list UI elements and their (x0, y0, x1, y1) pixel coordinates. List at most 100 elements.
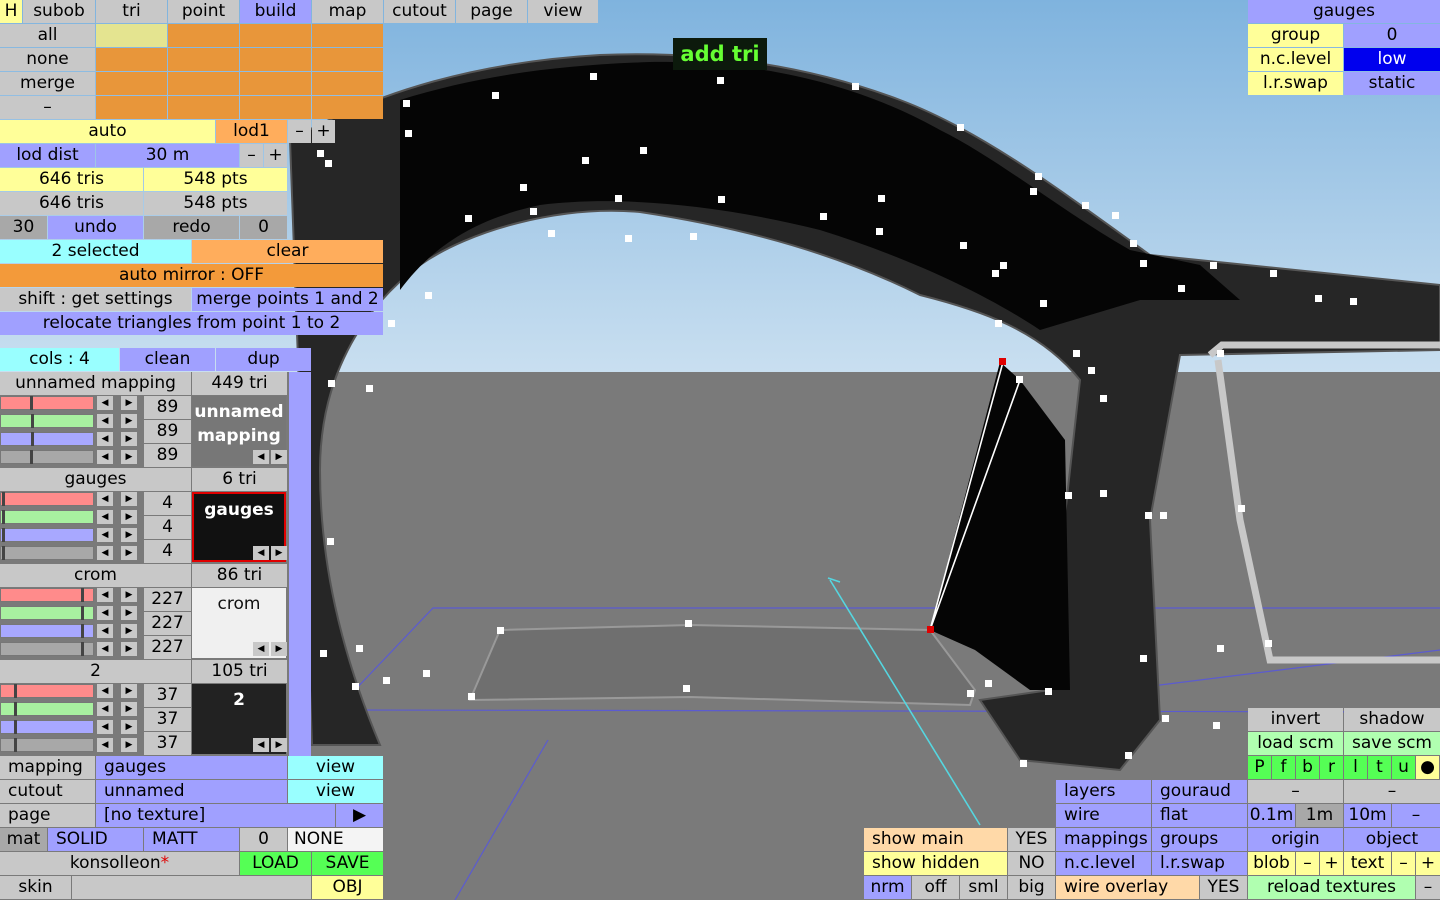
slider-right-arrow[interactable]: ▶ (121, 528, 137, 542)
preview-right-arrow[interactable]: ▶ (271, 642, 287, 656)
slider-right-arrow[interactable]: ▶ (121, 450, 137, 464)
lr-swap-value[interactable]: static (1344, 72, 1440, 95)
dash-right[interactable]: – (1344, 780, 1440, 803)
page-next-button[interactable]: ▶ (336, 804, 383, 827)
slider-left-arrow[interactable]: ◀ (97, 642, 113, 656)
groups-button[interactable]: groups (1152, 828, 1247, 851)
menu-tri[interactable]: tri (96, 0, 167, 23)
color-slider[interactable] (0, 624, 94, 638)
clear-button[interactable]: clear (192, 240, 383, 263)
show-main-button[interactable]: show main (864, 828, 1007, 851)
slider-right-arrow[interactable]: ▶ (121, 702, 137, 716)
flag-toggle[interactable]: r (1320, 756, 1343, 779)
wire-overlay-value[interactable]: YES (1200, 876, 1247, 899)
mapping-value[interactable]: 227 (144, 588, 191, 611)
gouraud-button[interactable]: gouraud (1152, 780, 1247, 803)
flag-toggle[interactable]: P (1248, 756, 1271, 779)
show-hidden-button[interactable]: show hidden (864, 852, 1007, 875)
auto-mirror-toggle[interactable]: auto mirror : OFF (0, 264, 383, 287)
mapping-value[interactable]: 227 (144, 636, 191, 659)
mappings-button[interactable]: mappings (1056, 828, 1151, 851)
reload-textures-button[interactable]: reload textures (1248, 876, 1415, 899)
slider-right-arrow[interactable]: ▶ (121, 624, 137, 638)
menu-build[interactable]: build (240, 0, 311, 23)
sel-cell[interactable] (240, 72, 311, 95)
sel-cell[interactable] (240, 24, 311, 47)
menu-map[interactable]: map (312, 0, 383, 23)
slider-right-arrow[interactable]: ▶ (121, 510, 137, 524)
solid-button[interactable]: SOLID (48, 828, 143, 851)
slider-handle[interactable] (14, 684, 17, 698)
mapping-value[interactable]: 4 (144, 492, 191, 515)
flag-toggle[interactable]: t (1368, 756, 1391, 779)
slider-handle[interactable] (14, 720, 17, 734)
invert-button[interactable]: invert (1248, 708, 1343, 731)
slider-handle[interactable] (81, 642, 84, 656)
save-scm-button[interactable]: save scm (1344, 732, 1440, 755)
slider-right-arrow[interactable]: ▶ (121, 396, 137, 410)
mapping-name[interactable]: unnamed mapping (0, 372, 191, 395)
flag-toggle[interactable]: f (1272, 756, 1295, 779)
slider-handle[interactable] (81, 606, 84, 620)
menu-cutout[interactable]: cutout (384, 0, 455, 23)
menu-view[interactable]: view (528, 0, 598, 23)
slider-handle[interactable] (81, 588, 84, 602)
sel-cell[interactable] (96, 48, 167, 71)
nrm-button[interactable]: nrm (864, 876, 911, 899)
mapping-scrollbar[interactable] (289, 372, 311, 756)
preview-right-arrow[interactable]: ▶ (271, 546, 287, 560)
slider-left-arrow[interactable]: ◀ (97, 702, 113, 716)
slider-left-arrow[interactable]: ◀ (97, 588, 113, 602)
slider-right-arrow[interactable]: ▶ (121, 432, 137, 446)
sel-cell[interactable] (312, 48, 383, 71)
slider-right-arrow[interactable]: ▶ (121, 546, 137, 560)
load-button[interactable]: LOAD (240, 852, 311, 875)
sel-cell[interactable] (240, 96, 311, 119)
lr-swap-toggle[interactable]: l.r.swap (1152, 852, 1247, 875)
lod-dist-minus[interactable]: – (240, 144, 263, 167)
obj-button[interactable]: OBJ (312, 876, 383, 899)
flag-toggle[interactable]: u (1392, 756, 1415, 779)
save-button[interactable]: SAVE (312, 852, 383, 875)
flag-toggle[interactable]: b (1296, 756, 1319, 779)
load-scm-button[interactable]: load scm (1248, 732, 1343, 755)
wire-button[interactable]: wire (1056, 804, 1151, 827)
lod1-button[interactable]: lod1 (216, 120, 287, 143)
wire-overlay-button[interactable]: wire overlay (1056, 876, 1199, 899)
menu-page[interactable]: page (456, 0, 527, 23)
slider-left-arrow[interactable]: ◀ (97, 738, 113, 752)
color-slider[interactable] (0, 432, 94, 446)
slider-handle[interactable] (31, 432, 34, 446)
preview-left-arrow[interactable]: ◀ (253, 546, 269, 560)
slider-handle[interactable] (2, 492, 5, 506)
blob-button[interactable]: blob (1248, 852, 1295, 875)
dash-button[interactable]: – (0, 96, 95, 119)
slider-left-arrow[interactable]: ◀ (97, 450, 113, 464)
mapping-value[interactable]: 37 (144, 708, 191, 731)
show-main-value[interactable]: YES (1008, 828, 1055, 851)
slider-handle[interactable] (14, 738, 17, 752)
auto-button[interactable]: auto (0, 120, 215, 143)
grid-01m-button[interactable]: 0.1m (1248, 804, 1295, 827)
get-settings-button[interactable]: shift : get settings (0, 288, 191, 311)
select-all-button[interactable]: all (0, 24, 95, 47)
slider-left-arrow[interactable]: ◀ (97, 414, 113, 428)
slider-right-arrow[interactable]: ▶ (121, 492, 137, 506)
mapping-name[interactable]: 2 (0, 660, 191, 683)
off-button[interactable]: off (912, 876, 959, 899)
mapping-name[interactable]: crom (0, 564, 191, 587)
slider-right-arrow[interactable]: ▶ (121, 588, 137, 602)
sel-cell[interactable] (168, 24, 239, 47)
slider-left-arrow[interactable]: ◀ (97, 510, 113, 524)
preview-left-arrow[interactable]: ◀ (253, 738, 269, 752)
sml-button[interactable]: sml (960, 876, 1007, 899)
mapping-value[interactable]: 4 (144, 516, 191, 539)
slider-left-arrow[interactable]: ◀ (97, 528, 113, 542)
slider-handle[interactable] (14, 702, 17, 716)
cols-button[interactable]: cols : 4 (0, 348, 119, 371)
lod-minus-button[interactable]: – (288, 120, 311, 143)
slider-handle[interactable] (30, 396, 33, 410)
lod-plus-button[interactable]: + (312, 120, 335, 143)
color-slider[interactable] (0, 546, 94, 560)
menu-point[interactable]: point (168, 0, 239, 23)
